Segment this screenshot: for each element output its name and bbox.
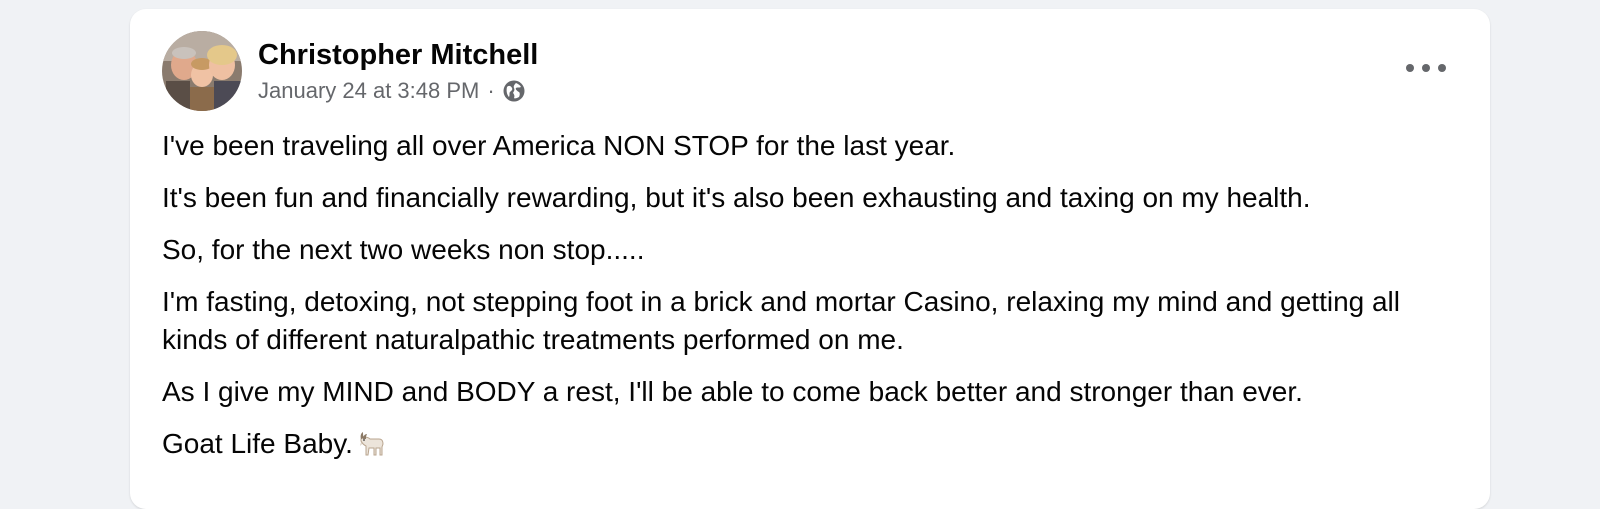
- goat-emoji-icon: [355, 427, 387, 469]
- author-name[interactable]: Christopher Mitchell: [258, 37, 538, 73]
- post-subtitle: January 24 at 3:48 PM ·: [258, 76, 538, 106]
- avatar-photo-icon: [162, 31, 242, 111]
- post-paragraph: Goat Life Baby.: [162, 428, 353, 459]
- more-dot: [1422, 64, 1430, 72]
- post-meta: Christopher Mitchell January 24 at 3:48 …: [258, 37, 538, 106]
- post-paragraph: I'm fasting, detoxing, not stepping foot…: [162, 286, 1401, 355]
- post-last-paragraph: Goat Life Baby.: [162, 425, 1452, 469]
- post-timestamp[interactable]: January 24 at 3:48 PM: [258, 76, 479, 106]
- globe-icon[interactable]: [502, 79, 526, 103]
- more-dot: [1406, 64, 1414, 72]
- post-paragraph: As I give my MIND and BODY a rest, I'll …: [162, 376, 1303, 407]
- separator-dot: ·: [487, 77, 495, 103]
- avatar[interactable]: [162, 31, 242, 111]
- post-header: Christopher Mitchell January 24 at 3:48 …: [162, 31, 538, 111]
- post-paragraph: It's been fun and financially rewarding,…: [162, 182, 1311, 213]
- more-dot: [1438, 64, 1446, 72]
- post-body: I've been traveling all over America NON…: [162, 127, 1452, 483]
- more-options-icon[interactable]: [1406, 55, 1446, 81]
- post-paragraph: I've been traveling all over America NON…: [162, 130, 956, 161]
- post-paragraph: So, for the next two weeks non stop.....: [162, 234, 645, 265]
- post-card: Christopher Mitchell January 24 at 3:48 …: [130, 9, 1490, 509]
